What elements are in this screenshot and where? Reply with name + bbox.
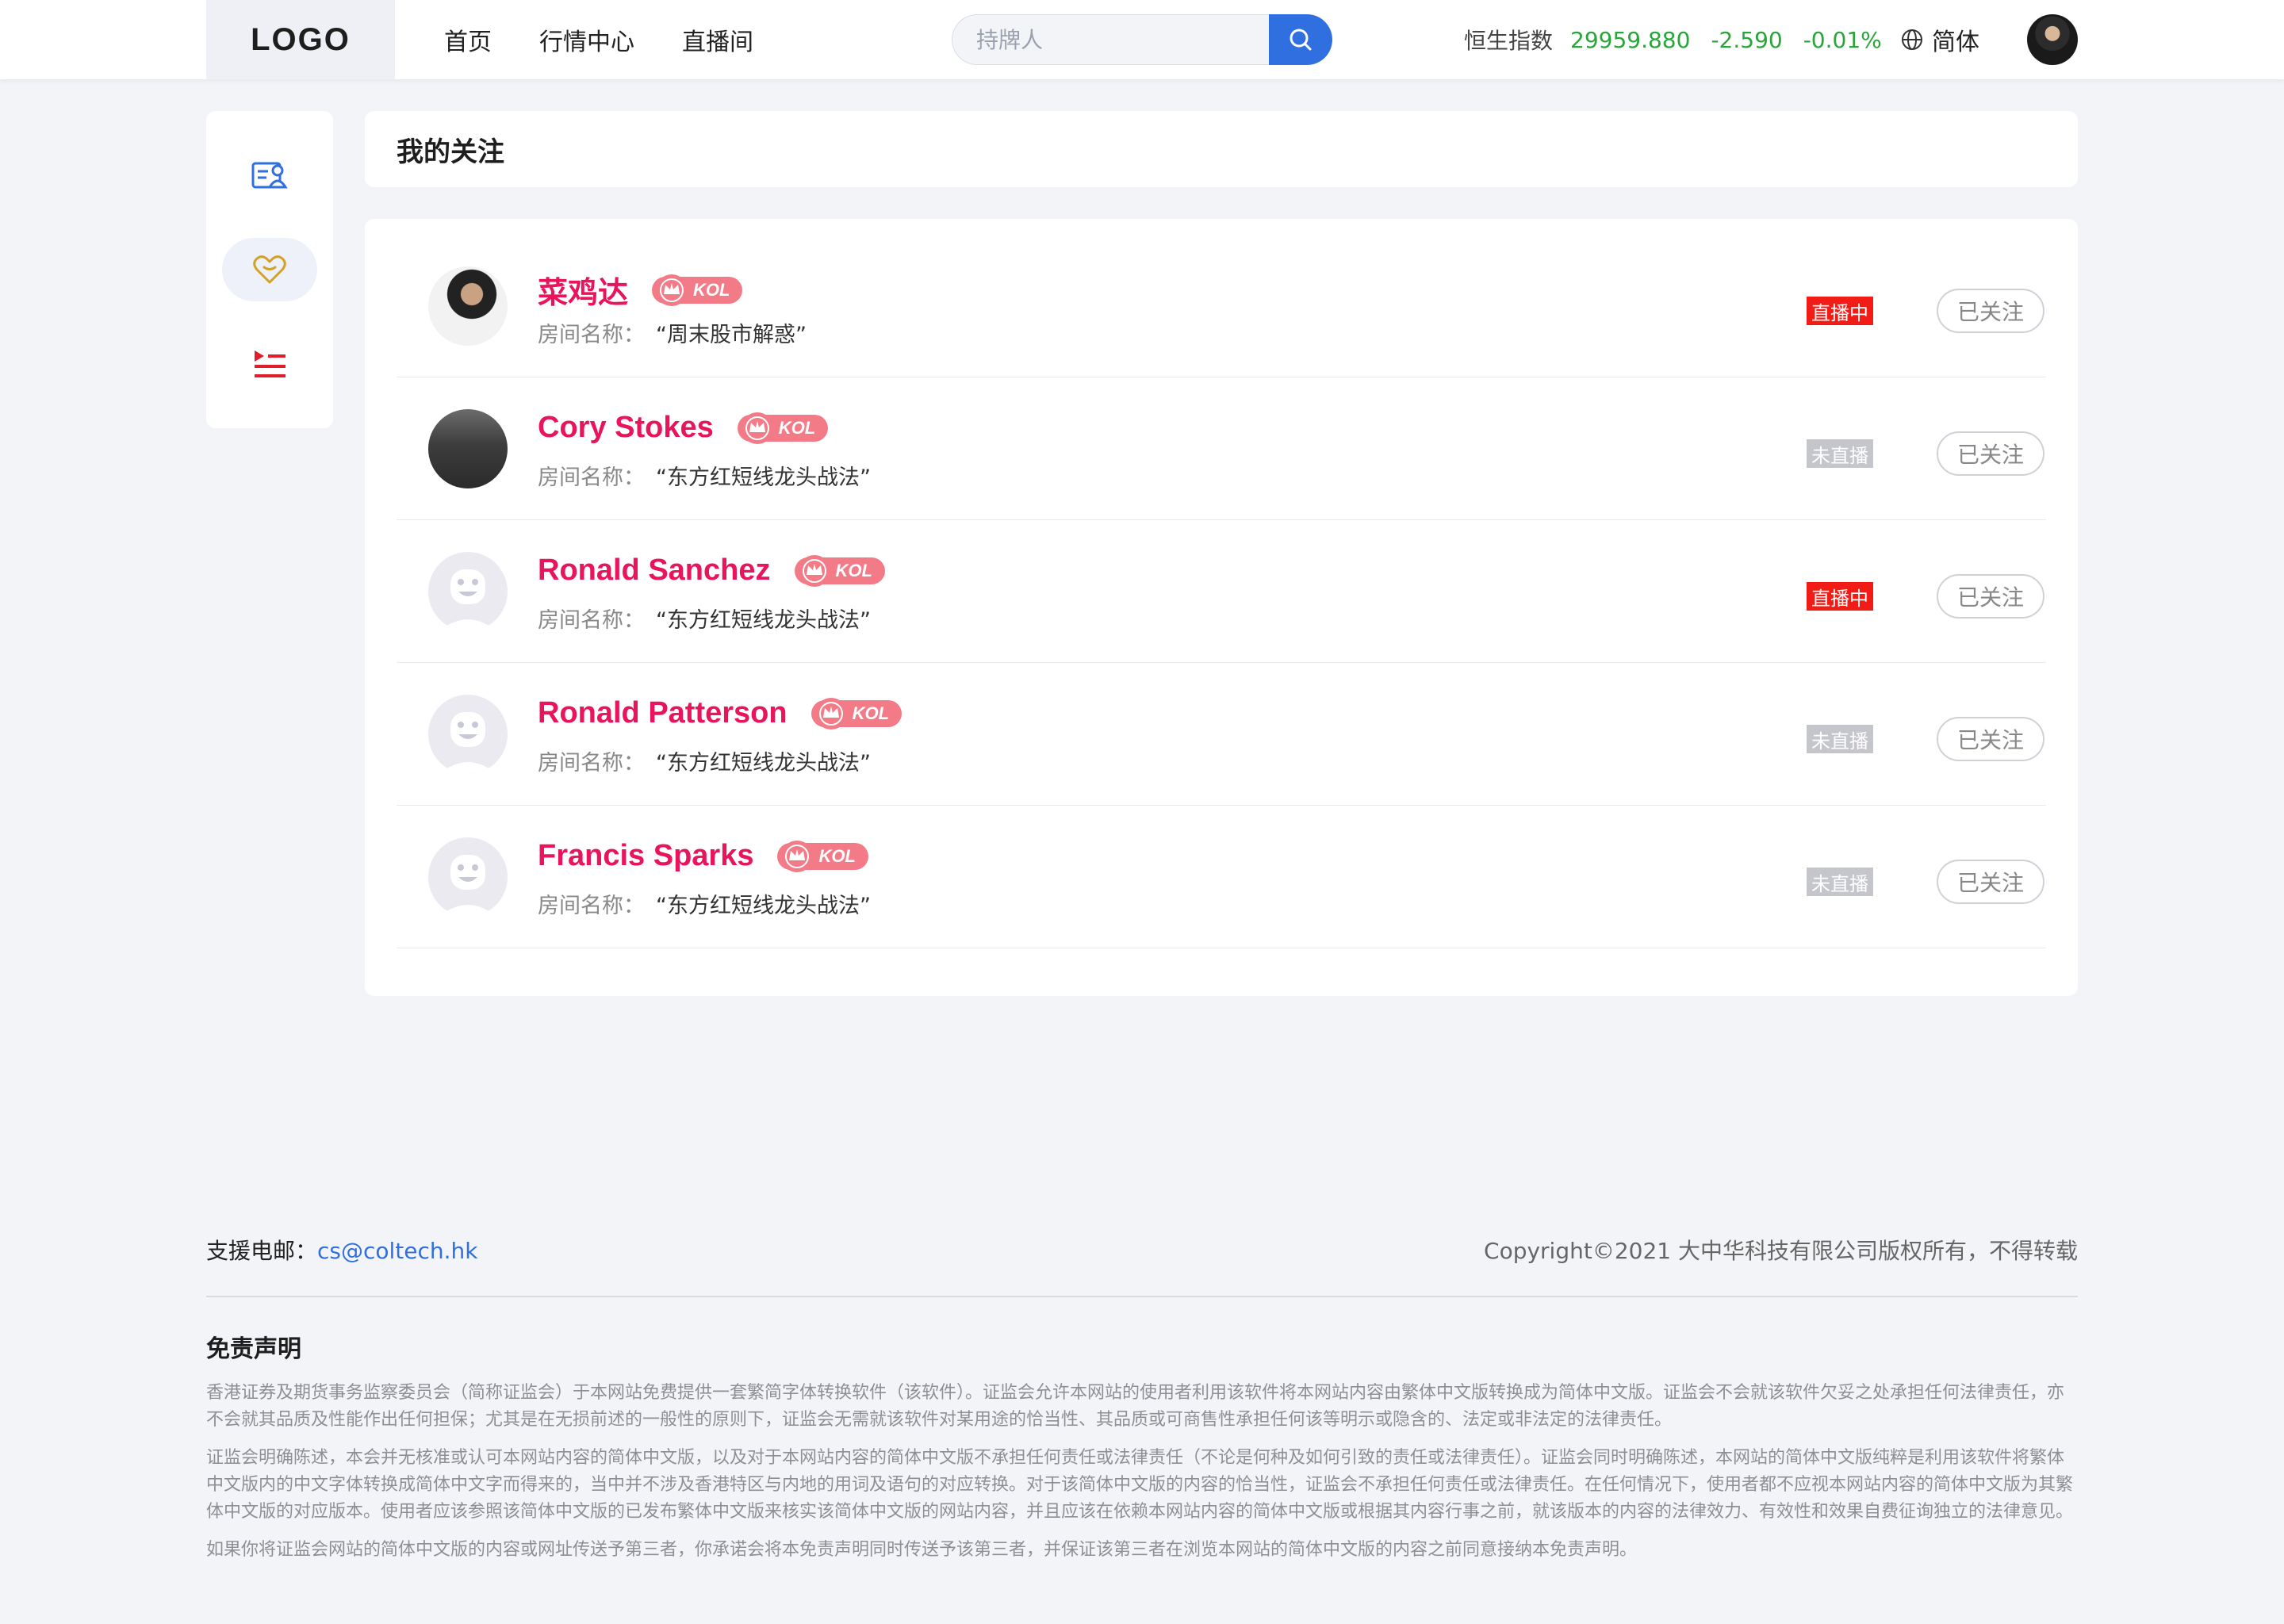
avatar[interactable] — [428, 266, 508, 346]
sidebar — [206, 111, 333, 428]
room-name: “周末股市解惑” — [656, 323, 807, 347]
nav-live-room[interactable]: 直播间 — [682, 22, 753, 57]
sidebar-my-follows[interactable] — [222, 238, 317, 301]
top-header: LOGO 首页 行情中心 直播间 恒生指数 29959.880 -2.590 -… — [0, 0, 2284, 79]
logo[interactable]: LOGO — [206, 0, 395, 79]
room-label: 房间名称： — [538, 751, 645, 776]
globe-icon — [1902, 29, 1922, 50]
room-name: “东方红短线龙头战法” — [656, 894, 871, 918]
followed-button[interactable]: 已关注 — [1937, 860, 2044, 904]
disclaimer-paragraph: 如果你将证监会网站的简体中文版的内容或网址传送予第三者，你承诺会将本免责声明同时… — [206, 1540, 1638, 1560]
avatar[interactable] — [428, 409, 508, 488]
list-item: 菜鸡达 KOL 房间名称： “周末股市解惑” 直播中 已关注 — [397, 235, 2046, 377]
search-icon — [1290, 29, 1312, 51]
search-input[interactable] — [952, 14, 1269, 65]
support-email-link[interactable]: cs@coltech.hk — [317, 1238, 478, 1264]
index-name: 恒生指数 — [1464, 28, 1554, 54]
avatar[interactable] — [428, 695, 508, 774]
disclaimer: 免责声明 香港证券及期货事务监察委员会（简称证监会）于本网站免费提供一套繁简字体… — [206, 1329, 2078, 1575]
kol-badge: KOL — [811, 697, 902, 730]
status-badge: 直播中 — [1807, 582, 1873, 611]
followed-button[interactable]: 已关注 — [1937, 289, 2044, 333]
list-item: Francis Sparks KOL 房间名称： “东方红短线龙头战法” 未直播 … — [397, 806, 2046, 948]
room-label: 房间名称： — [538, 608, 645, 633]
crown-icon — [656, 274, 688, 306]
follow-list: 菜鸡达 KOL 房间名称： “周末股市解惑” 直播中 已关注 Cory Stoke… — [365, 219, 2078, 996]
crown-icon — [741, 412, 773, 444]
kol-badge-label: KOL — [835, 560, 872, 580]
followed-button[interactable]: 已关注 — [1937, 717, 2044, 761]
index-change: -2.590 — [1711, 26, 1783, 53]
room-label: 房间名称： — [538, 894, 645, 918]
followed-button[interactable]: 已关注 — [1937, 431, 2044, 476]
sidebar-profile[interactable] — [222, 143, 317, 206]
list-item: Ronald Sanchez KOL 房间名称： “东方红短线龙头战法” 直播中 … — [397, 520, 2046, 663]
playlist-icon — [255, 350, 286, 377]
avatar[interactable] — [428, 552, 508, 631]
kol-badge-label: KOL — [778, 417, 816, 438]
profile-card-icon — [251, 162, 288, 189]
status-badge: 未直播 — [1807, 439, 1873, 468]
streamer-name[interactable]: Ronald Sanchez — [538, 553, 771, 588]
index-value: 29959.880 — [1570, 26, 1691, 53]
main-nav: 首页 行情中心 直播间 — [444, 0, 801, 79]
status-badge: 未直播 — [1807, 868, 1873, 896]
sidebar-playlist[interactable] — [222, 333, 317, 396]
search-bar — [952, 14, 1332, 65]
index-percent: -0.01% — [1803, 26, 1882, 53]
disclaimer-title: 免责声明 — [206, 1335, 301, 1363]
default-avatar-icon — [439, 569, 496, 631]
copyright: Copyright©2021 大中华科技有限公司版权所有，不得转载 — [1484, 1238, 2078, 1264]
kol-badge-label: KOL — [693, 279, 730, 300]
room-name: “东方红短线龙头战法” — [656, 751, 871, 776]
room-label: 房间名称： — [538, 323, 645, 347]
kol-badge: KOL — [652, 274, 743, 306]
kol-badge-label: KOL — [852, 703, 890, 723]
language-label: 简体 — [1932, 29, 1979, 56]
list-item: Cory Stokes KOL 房间名称： “东方红短线龙头战法” 未直播 已关注 — [397, 377, 2046, 520]
page-title: 我的关注 — [365, 111, 2078, 187]
streamer-name[interactable]: Francis Sparks — [538, 839, 753, 873]
heart-icon — [253, 255, 286, 284]
nav-home[interactable]: 首页 — [444, 22, 492, 57]
support-email-label: 支援电邮： — [206, 1238, 318, 1264]
streamer-name[interactable]: Ronald Patterson — [538, 696, 788, 730]
kol-badge: KOL — [737, 412, 829, 444]
crown-icon — [814, 697, 847, 730]
kol-badge-label: KOL — [818, 845, 856, 866]
footer-contact-bar: 支援电邮：cs@coltech.hk Copyright©2021 大中华科技有… — [206, 1228, 2078, 1272]
hang-seng-index: 恒生指数 29959.880 -2.590 -0.01% — [1464, 0, 1903, 79]
default-avatar-icon — [439, 712, 496, 774]
kol-badge: KOL — [794, 554, 885, 587]
status-badge: 未直播 — [1807, 725, 1873, 753]
user-avatar[interactable] — [2027, 14, 2078, 65]
followed-button[interactable]: 已关注 — [1937, 574, 2044, 619]
disclaimer-paragraph: 香港证券及期货事务监察委员会（简称证监会）于本网站免费提供一套繁简字体转换软件（… — [206, 1383, 2065, 1430]
footer-divider — [206, 1296, 2078, 1297]
search-button[interactable] — [1269, 14, 1332, 65]
room-label: 房间名称： — [538, 465, 645, 490]
room-name: “东方红短线龙头战法” — [656, 608, 871, 633]
crown-icon — [798, 554, 830, 587]
default-avatar-icon — [439, 855, 496, 917]
kol-badge: KOL — [777, 840, 868, 872]
streamer-name[interactable]: 菜鸡达 — [538, 268, 628, 312]
avatar[interactable] — [428, 837, 508, 917]
room-name: “东方红短线龙头战法” — [656, 465, 871, 490]
language-switch[interactable]: 简体 — [1900, 0, 1979, 79]
disclaimer-paragraph: 证监会明确陈述，本会并无核准或认可本网站内容的简体中文版，以及对于本网站内容的简… — [206, 1448, 2074, 1522]
list-item: Ronald Patterson KOL 房间名称： “东方红短线龙头战法” 未直… — [397, 663, 2046, 806]
status-badge: 直播中 — [1807, 297, 1873, 325]
streamer-name[interactable]: Cory Stokes — [538, 411, 714, 445]
nav-market-center[interactable]: 行情中心 — [539, 22, 634, 57]
crown-icon — [781, 840, 814, 872]
